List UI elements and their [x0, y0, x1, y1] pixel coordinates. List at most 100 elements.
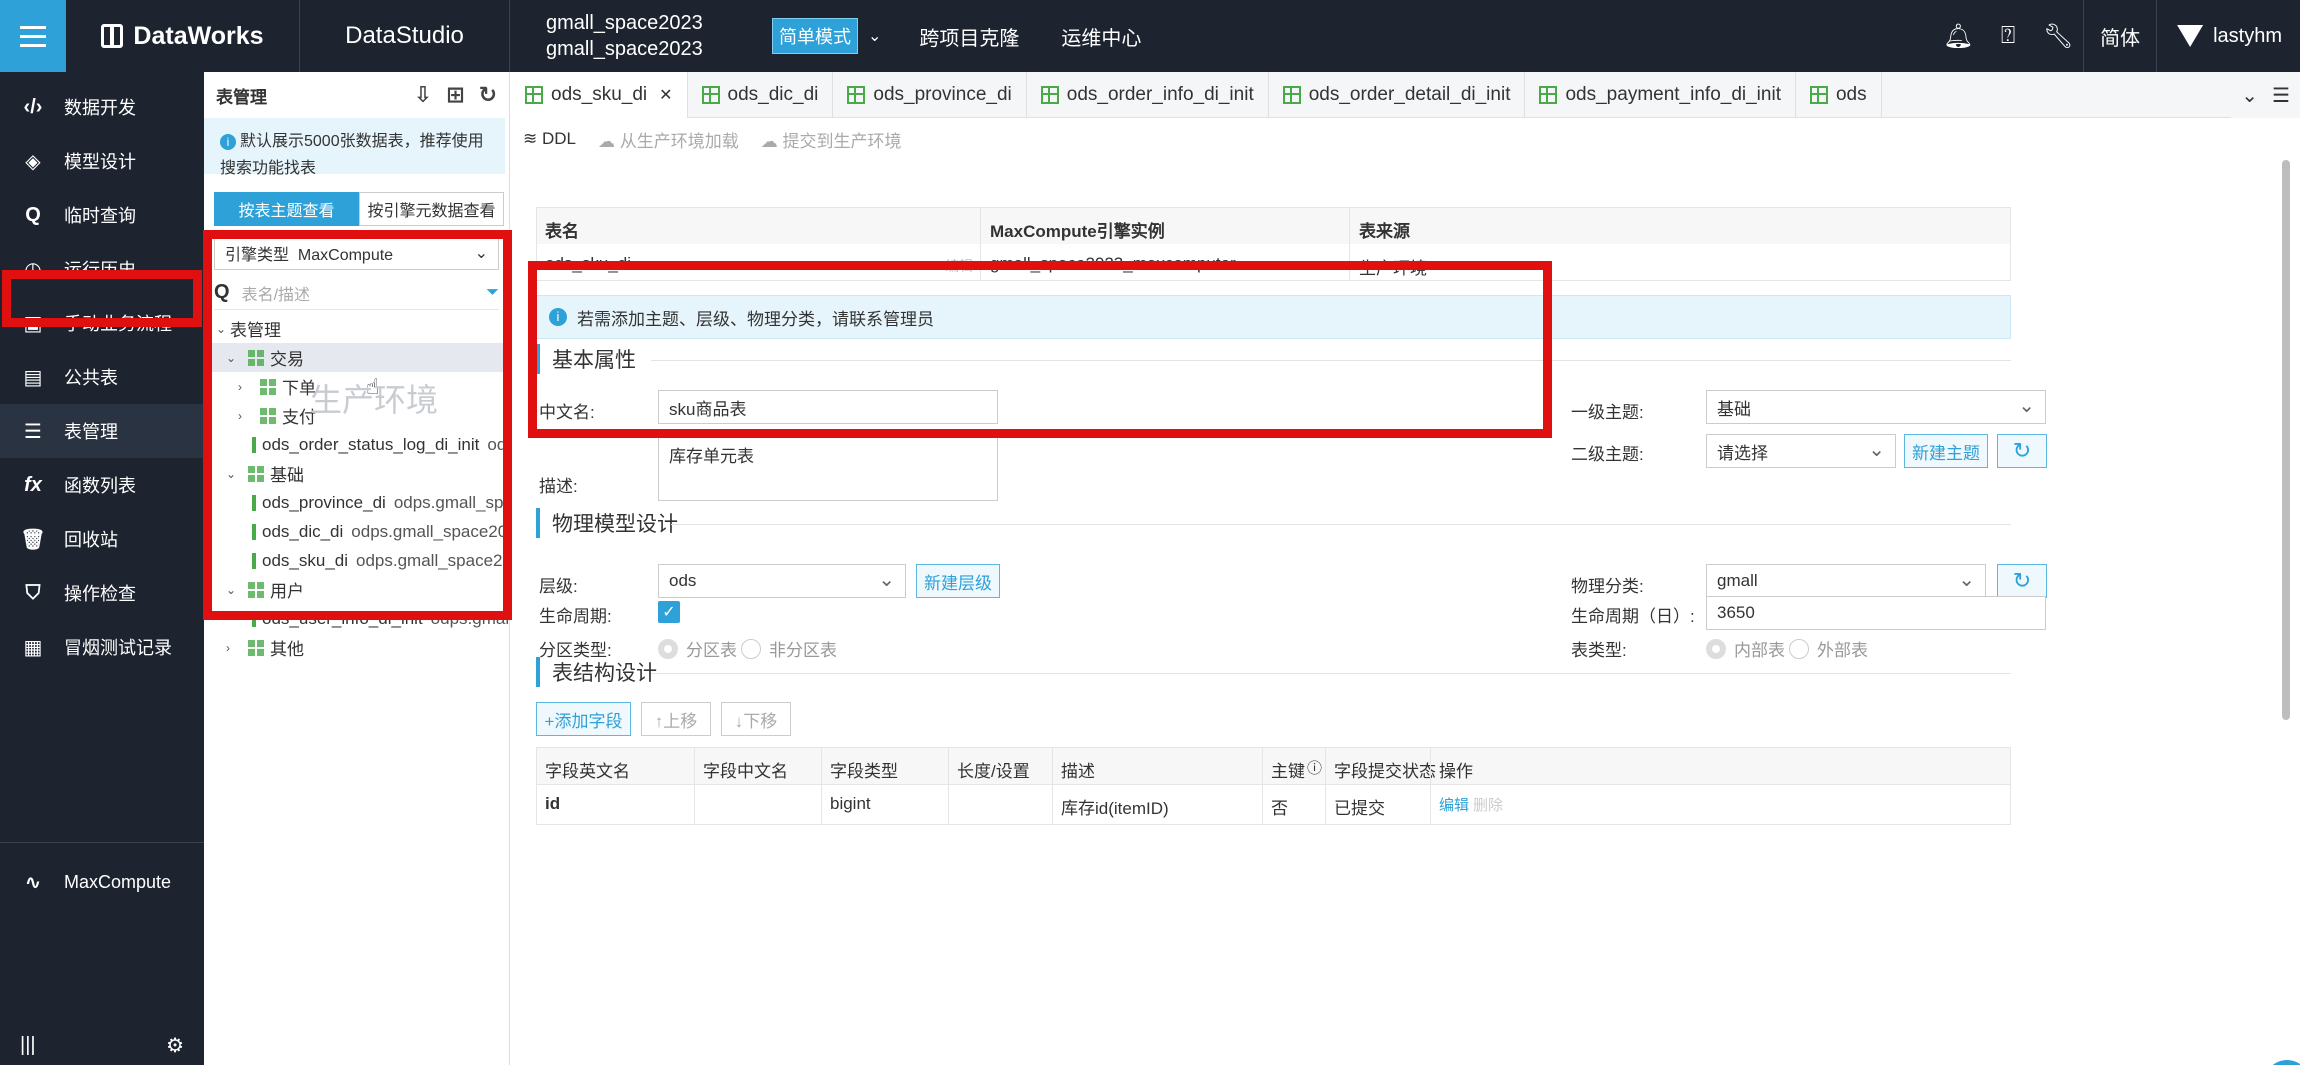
gear-icon[interactable]: ⚙ — [166, 1033, 184, 1058]
close-icon[interactable]: ✕ — [659, 85, 672, 105]
wrench-icon[interactable]: 🔧︎ — [2033, 22, 2083, 51]
menu-icon[interactable] — [0, 0, 66, 72]
sidebar-item-adhoc-query[interactable]: Q 临时查询 — [0, 188, 204, 242]
submit-to-prod-button[interactable]: ☁ 提交到生产环境 — [761, 127, 902, 152]
bell-icon[interactable]: 🔔︎ — [1933, 22, 1983, 51]
theme1-select[interactable]: 基础 — [1706, 390, 2046, 424]
partition-radio[interactable]: 分区表 — [658, 636, 737, 661]
layer-select[interactable]: ods — [658, 564, 906, 598]
engine-type-select[interactable]: 引擎类型 MaxCompute ⌄ — [214, 236, 499, 270]
function-icon: fx — [24, 473, 42, 496]
tab-by-engine[interactable]: 按引擎元数据查看 — [359, 192, 504, 226]
column-header: 长度/设置 — [957, 762, 1030, 781]
tab-list-chevron-icon[interactable]: ⌄ — [2241, 83, 2258, 108]
filter-icon[interactable]: ⏷ — [486, 284, 499, 302]
refresh-icon[interactable]: ↻ — [479, 82, 497, 108]
table-path: odps.gmall_space — [430, 608, 509, 628]
log-icon: ▦ — [23, 636, 43, 659]
move-down-button[interactable]: ↓下移 — [721, 702, 791, 736]
tree-node-root[interactable]: ⌄ 表管理 — [204, 314, 509, 343]
column-header: 操作 — [1439, 762, 1473, 781]
sidebar-item-data-dev[interactable]: ‹/› 数据开发 — [0, 80, 204, 134]
field-en-name: id — [545, 794, 561, 813]
sidebar-item-recycle-bin[interactable]: 🗑︎ 回收站 — [0, 512, 204, 566]
search-input[interactable]: 表名/描述 — [242, 281, 310, 305]
tab-by-theme[interactable]: 按表主题查看 — [214, 192, 359, 226]
new-theme-button[interactable]: 新建主题 — [1904, 434, 1988, 468]
table-search[interactable]: Q 表名/描述 ⏷ — [214, 276, 499, 310]
help-fab[interactable] — [2264, 1060, 2300, 1065]
scrollbar[interactable] — [2282, 160, 2290, 720]
language-switch[interactable]: 简体 — [2084, 22, 2156, 51]
edit-field-link[interactable]: 编辑 — [1439, 794, 1469, 815]
brand[interactable]: DataWorks — [66, 0, 300, 72]
external-table-radio[interactable]: 外部表 — [1789, 636, 1868, 661]
move-up-button[interactable]: ↑上移 — [641, 702, 711, 736]
sidebar-item-manual-flow[interactable]: ▣ 手动业务流程 — [0, 296, 204, 350]
tab-ods-sku-di[interactable]: ods_sku_di ✕ — [511, 71, 688, 118]
trash-icon: 🗑︎ — [20, 528, 46, 551]
chevron-down-icon: ⌄ — [868, 28, 882, 45]
tab-ods-province-di[interactable]: ods_province_di — [833, 71, 1027, 118]
cn-name-input[interactable]: sku商品表 — [658, 390, 998, 424]
tab-ods-order-detail[interactable]: ods_order_detail_di_init — [1269, 71, 1526, 118]
notice-text: 默认展示5000张数据表，推荐使用搜索功能找表 — [220, 133, 484, 177]
load-from-prod-button[interactable]: ☁ 从生产环境加载 — [598, 127, 739, 152]
sidebar-item-op-check[interactable]: ⛉ 操作检查 — [0, 566, 204, 620]
tree-node-other[interactable]: › 其他 — [204, 633, 509, 662]
workspace-selector[interactable]: gmall_space2023 gmall_space2023 — [510, 10, 750, 62]
mode-selector[interactable]: 简单模式 ⌄ — [772, 17, 881, 55]
sidebar-item-model-design[interactable]: ◈ 模型设计 — [0, 134, 204, 188]
tab-ods-dic-di[interactable]: ods_dic_di — [688, 71, 834, 118]
lifecycle-checkbox[interactable]: ✓ — [658, 601, 680, 623]
tab-ods-overflow[interactable]: ods — [1796, 71, 1882, 118]
internal-table-radio[interactable]: 内部表 — [1706, 636, 1785, 661]
description-textarea[interactable]: 库存单元表 — [658, 435, 998, 501]
search-icon: Q — [214, 281, 230, 303]
sidebar-item-table-manage[interactable]: ☰ 表管理 — [0, 404, 204, 458]
import-icon[interactable]: ⇩ — [414, 82, 432, 108]
tree-table-order-status-log[interactable]: ods_order_status_log_di_init odps.gma — [204, 430, 509, 459]
new-table-icon[interactable]: ⊞ — [446, 82, 464, 108]
tab-ods-order-info[interactable]: ods_order_info_di_init — [1027, 71, 1269, 118]
ddl-button[interactable]: ≋ DDL — [523, 129, 576, 149]
radio-label: 内部表 — [1734, 641, 1785, 660]
help-icon[interactable]: ⓘ — [1307, 757, 1322, 778]
folder-grid-icon — [248, 465, 264, 482]
sidebar-item-maxcompute[interactable]: ∿ MaxCompute — [0, 855, 204, 909]
more-menu-icon[interactable]: ☰ — [2272, 83, 2290, 108]
table-icon — [252, 436, 256, 453]
sidebar-item-smoke-test[interactable]: ▦ 冒烟测试记录 — [0, 620, 204, 674]
studio-title[interactable]: DataStudio — [300, 0, 510, 72]
theme2-select[interactable]: 请选择 — [1706, 434, 1896, 468]
collapse-icon[interactable]: ||| — [20, 1034, 36, 1057]
category-select[interactable]: gmall — [1706, 564, 1986, 598]
help-doc-icon[interactable]: ⍰ — [1983, 22, 2033, 50]
sidebar-item-functions[interactable]: fx 函数列表 — [0, 458, 204, 512]
delete-field-link[interactable]: 删除 — [1473, 794, 1503, 815]
nav-ops-center[interactable]: 运维中心 — [1061, 22, 1141, 51]
sidebar-item-public-tables[interactable]: ▤ 公共表 — [0, 350, 204, 404]
tree-node-user[interactable]: ⌄ 用户 — [204, 575, 509, 604]
tree-table-sku[interactable]: ods_sku_di odps.gmall_space2023_max — [204, 546, 509, 575]
tab-ods-payment-info[interactable]: ods_payment_info_di_init — [1525, 71, 1796, 118]
tab-label: ods_order_detail_di_init — [1308, 83, 1511, 105]
non-partition-radio[interactable]: 非分区表 — [741, 636, 837, 661]
sidebar-item-run-history[interactable]: ◷ 运行历史 — [0, 242, 204, 296]
edit-name-link[interactable]: 编辑 — [945, 256, 973, 276]
add-field-button[interactable]: +添加字段 — [536, 702, 631, 736]
new-layer-button[interactable]: 新建层级 — [916, 564, 1000, 598]
user-menu[interactable]: lastyhm — [2157, 25, 2300, 48]
refresh-icon[interactable]: ↻ — [1997, 434, 2047, 468]
table-path: odps.gma — [487, 434, 509, 454]
tree-table-province[interactable]: ods_province_di odps.gmall_space2023 — [204, 488, 509, 517]
tree-node-base[interactable]: ⌄ 基础 — [204, 459, 509, 488]
nav-cross-project-clone[interactable]: 跨项目克隆 — [919, 22, 1019, 51]
lifecycle-days-input[interactable]: 3650 — [1706, 596, 2046, 630]
table-icon — [252, 552, 256, 569]
tree-node-trade[interactable]: ⌄ 交易 — [204, 343, 509, 372]
table-manage-icon: ☰ — [24, 420, 42, 443]
tree-table-user-info[interactable]: ods_user_info_di_init odps.gmall_space — [204, 604, 509, 633]
refresh-icon[interactable]: ↻ — [1997, 564, 2047, 598]
tree-table-dic[interactable]: ods_dic_di odps.gmall_space2023_max — [204, 517, 509, 546]
